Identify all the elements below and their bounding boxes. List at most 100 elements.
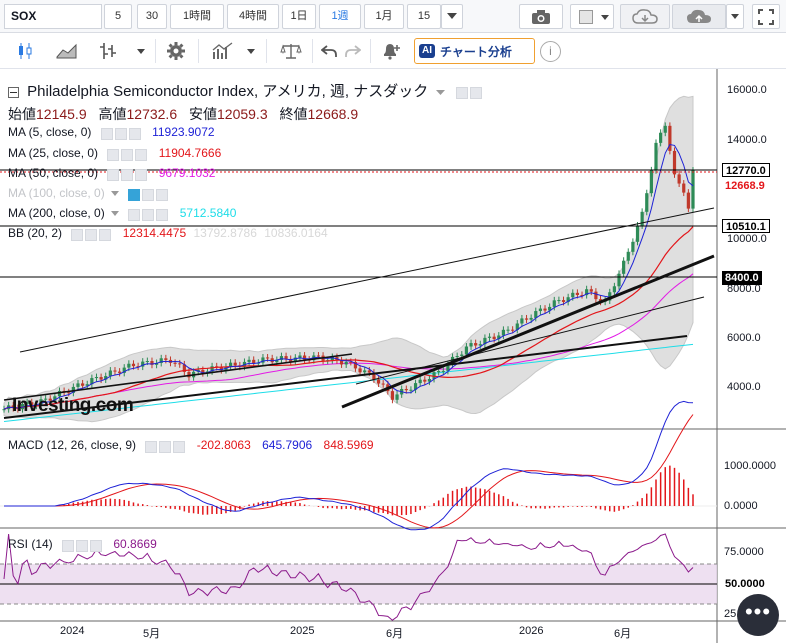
compare-button[interactable]: [278, 38, 304, 64]
candle-body: [552, 300, 556, 307]
interval-15-button[interactable]: 15: [407, 4, 441, 29]
toolbar-divider: [312, 39, 313, 63]
candle-body: [622, 260, 626, 274]
legend-macd[interactable]: MACD (12, 26, close, 9) -202.8063 645.79…: [8, 438, 374, 453]
legend-ma100[interactable]: MA (100, close, 0): [8, 186, 170, 201]
ohlc-bar-icon: [100, 43, 116, 59]
chevron-down-icon[interactable]: [111, 191, 120, 197]
ohlc-row: 始値12145.9 高値12732.6 安値12059.3 終値12668.9: [8, 104, 358, 124]
bar-chart-button[interactable]: [96, 38, 120, 64]
legend-ma5[interactable]: MA (5, close, 0) 11923.9072: [8, 125, 215, 140]
chart-type-dropdown[interactable]: [134, 38, 148, 64]
screenshot-button[interactable]: [519, 4, 563, 29]
macd-signal-value: 848.5969: [323, 438, 374, 452]
candle-body: [506, 329, 510, 331]
indicator-value: 9679.1032: [158, 166, 216, 180]
legend-ma25[interactable]: MA (25, close, 0) 11904.7666: [8, 146, 221, 161]
indicator-controls[interactable]: [128, 207, 170, 221]
candle-body: [543, 308, 547, 311]
toolbar-divider: [266, 39, 267, 63]
indicator-controls[interactable]: [107, 147, 149, 161]
indicator-controls[interactable]: [128, 187, 170, 201]
candle-body: [298, 355, 302, 358]
price-axis-label: 14000.0: [727, 134, 767, 146]
interval-30min-button[interactable]: 30: [137, 4, 167, 29]
ai-chart-analysis-button[interactable]: AI チャート分析: [414, 38, 535, 64]
area-chart-icon: [56, 43, 77, 59]
collapse-icon[interactable]: [8, 86, 19, 98]
gear-icon: [114, 127, 127, 140]
candle-body: [178, 363, 182, 365]
indicator-controls[interactable]: [107, 167, 149, 181]
toolbar-divider: [198, 39, 199, 63]
interval-1w-button[interactable]: 1週: [319, 4, 361, 29]
candle-body: [344, 361, 348, 365]
price-axis-label: 10000.0: [727, 233, 767, 245]
close-label: 終値: [279, 106, 308, 122]
candle-body: [529, 317, 533, 320]
indicators-dropdown[interactable]: [244, 38, 258, 64]
indicator-controls[interactable]: [145, 439, 187, 453]
indicator-controls[interactable]: [71, 227, 113, 241]
interval-dropdown-button[interactable]: [441, 4, 463, 29]
interval-5min-button[interactable]: 5: [104, 4, 132, 29]
legend-ma200[interactable]: MA (200, close, 0) 5712.5840: [8, 206, 236, 221]
gear-icon: [159, 440, 172, 453]
watermark-text: Investing.com: [12, 395, 134, 416]
save-layout-button[interactable]: [672, 4, 726, 29]
candle-body: [460, 354, 464, 357]
candle-body: [367, 370, 371, 373]
color-picker-button[interactable]: [570, 4, 614, 29]
interval-4h-button[interactable]: 4時間: [227, 4, 279, 29]
chevron-down-icon[interactable]: [436, 89, 446, 95]
redo-button[interactable]: [342, 38, 364, 64]
candle-body: [501, 329, 506, 336]
alert-button[interactable]: [378, 38, 404, 64]
more-options-button[interactable]: •••: [737, 594, 779, 636]
candle-body: [691, 170, 695, 209]
indicator-name: MA (5, close, 0): [8, 125, 92, 139]
indicator-controls[interactable]: [100, 126, 143, 140]
price-tag-level: 10510.1: [722, 219, 770, 233]
toolbar-divider: [370, 39, 371, 63]
candle-body: [99, 377, 103, 380]
candle-body: [81, 383, 85, 386]
interval-1m-button[interactable]: 1月: [364, 4, 404, 29]
legend-bb[interactable]: BB (20, 2) 12314.4475 13792.8786 10836.0…: [8, 226, 328, 241]
load-layout-button[interactable]: [620, 4, 670, 29]
indicator-controls[interactable]: [62, 538, 104, 552]
candle-body: [381, 383, 385, 385]
fullscreen-button[interactable]: [752, 4, 780, 29]
color-swatch-icon: [579, 10, 593, 24]
interval-1h-button[interactable]: 1時間: [170, 4, 224, 29]
candlestick-chart-button[interactable]: [14, 38, 36, 64]
symbol-field[interactable]: SOX: [4, 4, 102, 29]
eye-icon: [107, 168, 120, 181]
legend-ma50[interactable]: MA (50, close, 0) 9679.1032: [8, 166, 215, 181]
price-tag-last: 12668.9: [722, 179, 768, 193]
cloud-download-icon: [632, 9, 658, 24]
gear-icon: [469, 86, 482, 99]
time-axis-label: 2026: [519, 625, 544, 637]
candle-body: [423, 379, 427, 382]
legend-controls[interactable]: [455, 84, 484, 101]
legend-rsi[interactable]: RSI (14) 60.8669: [8, 537, 157, 552]
info-icon[interactable]: i: [540, 41, 561, 62]
candle-body: [612, 286, 616, 293]
chevron-down-icon[interactable]: [111, 211, 120, 217]
undo-button[interactable]: [318, 38, 340, 64]
close-icon: [156, 188, 169, 201]
interval-1d-button[interactable]: 1日: [282, 4, 316, 29]
camera-icon: [532, 10, 550, 24]
settings-button[interactable]: [164, 38, 188, 64]
line-chart-button[interactable]: [54, 38, 80, 64]
indicators-button[interactable]: [210, 38, 236, 64]
candle-body: [524, 318, 529, 320]
price-axis-label: 6000.0: [727, 332, 761, 344]
candle-body: [376, 379, 381, 384]
price-axis-label: 4000.0: [727, 381, 761, 393]
close-icon: [128, 127, 141, 140]
low-value: 12059.3: [217, 106, 268, 122]
save-dropdown-button[interactable]: [726, 4, 744, 29]
eye-icon: [128, 188, 141, 201]
